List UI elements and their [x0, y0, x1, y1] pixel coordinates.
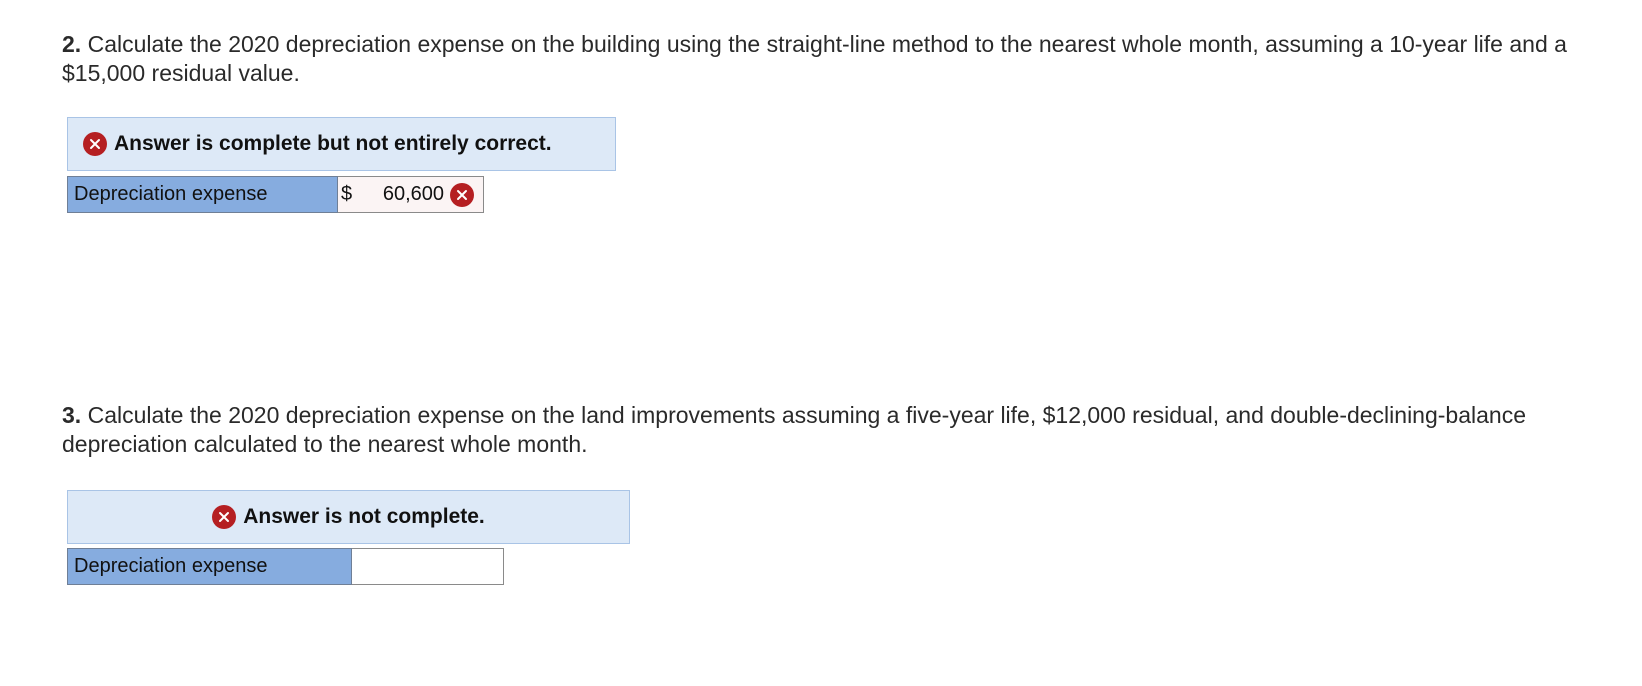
incorrect-x-icon	[212, 505, 237, 529]
answer-status-text: Answer is not complete.	[243, 505, 485, 528]
question-3-body: Calculate the 2020 depreciation expense …	[62, 402, 1526, 457]
depreciation-expense-label: Depreciation expense	[67, 548, 352, 585]
question-2-body: Calculate the 2020 depreciation expense …	[62, 31, 1567, 86]
incorrect-x-icon	[83, 132, 107, 156]
depreciation-expense-label: Depreciation expense	[67, 176, 338, 213]
answer-row-q3: Depreciation expense	[67, 548, 504, 585]
answer-row-q2: Depreciation expense $ 60,600	[67, 176, 484, 213]
answer-status-text: Answer is complete but not entirely corr…	[114, 132, 552, 155]
incorrect-x-icon	[450, 182, 474, 207]
question-2-text: 2. Calculate the 2020 depreciation expen…	[62, 30, 1592, 88]
depreciation-expense-input[interactable]: $ 60,600	[338, 176, 484, 213]
question-2-number: 2.	[62, 31, 82, 57]
answer-status-banner-q3: Answer is not complete.	[67, 490, 630, 544]
depreciation-expense-value[interactable]: 60,600	[382, 183, 444, 206]
depreciation-expense-input[interactable]	[352, 548, 504, 585]
question-3-text: 3. Calculate the 2020 depreciation expen…	[62, 401, 1592, 459]
question-3-number: 3.	[62, 402, 82, 428]
answer-status-banner-q2: Answer is complete but not entirely corr…	[67, 117, 616, 171]
currency-symbol: $	[341, 183, 353, 205]
